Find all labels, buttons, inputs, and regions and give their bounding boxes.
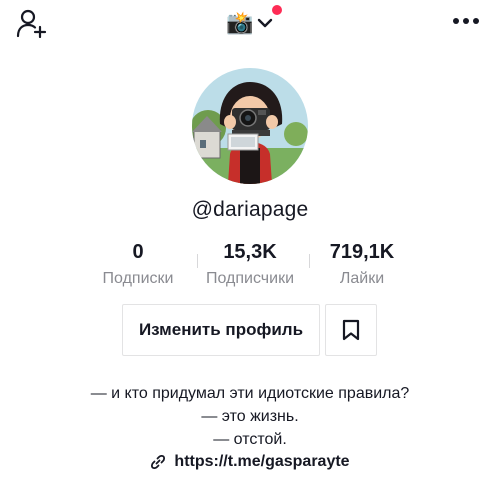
favorites-button[interactable] [325, 304, 377, 356]
bookmark-icon [342, 319, 360, 341]
avatar[interactable] [192, 68, 308, 184]
top-bar: 📸 [0, 0, 500, 48]
avatar-image [192, 68, 308, 184]
link-text: https://t.me/gasparayte [174, 453, 350, 470]
stat-likes-label: Лайки [339, 270, 385, 287]
stat-likes-value: 719,1K [329, 241, 395, 263]
edit-profile-button[interactable]: Изменить профиль [122, 304, 320, 356]
stat-likes[interactable]: 719,1K Лайки [302, 238, 422, 290]
stat-followers[interactable]: 15,3K Подписчики [190, 238, 310, 290]
stat-followers-value: 15,3K [223, 241, 277, 263]
add-user-icon[interactable] [16, 8, 48, 38]
bio: — и кто придумал эти идиотские правила? … [0, 382, 500, 451]
username: @dariapage [191, 198, 309, 221]
stat-followers-label: Подписчики [205, 270, 294, 287]
notification-dot [272, 5, 282, 15]
account-emoji: 📸 [226, 10, 254, 35]
stat-following[interactable]: 0 Подписки [78, 238, 198, 290]
link-icon [151, 454, 166, 470]
bio-link[interactable]: https://t.me/gasparayte [0, 453, 500, 471]
account-switcher[interactable]: 📸 [226, 8, 273, 38]
bio-line: — и кто придумал эти идиотские правила? [90, 385, 410, 402]
bio-line: — отстой. [213, 431, 287, 448]
stat-following-label: Подписки [102, 270, 174, 287]
stat-following-value: 0 [132, 241, 144, 263]
more-horizontal-icon[interactable] [452, 16, 480, 26]
bio-line: — это жизнь. [201, 408, 299, 425]
chevron-down-icon [258, 18, 273, 28]
